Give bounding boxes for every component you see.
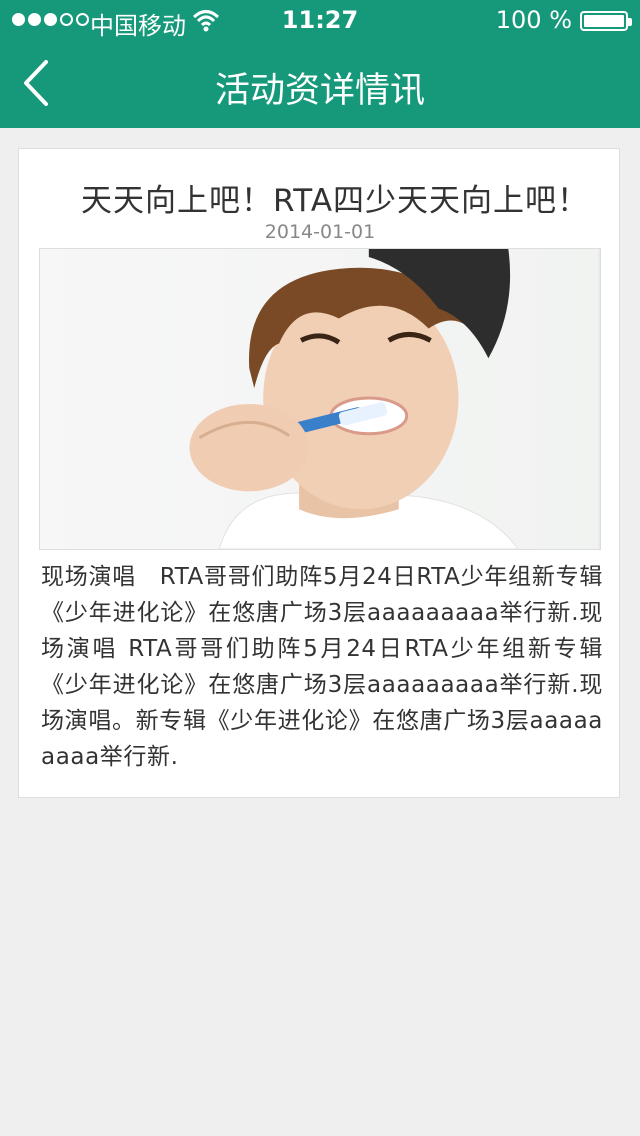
battery-percent: 100 %	[495, 6, 572, 34]
top-bar: 中国移动 11:27 100 % 活动资详情讯	[0, 0, 640, 128]
article-body: 现场演唱 RTA哥哥们助阵5月24日RTA少年组新专辑《少年进化论》在悠唐广场3…	[41, 564, 603, 770]
battery-icon	[580, 11, 632, 31]
status-bar: 中国移动 11:27 100 %	[0, 0, 640, 40]
article-photo	[39, 248, 601, 550]
page-title: 活动资详情讯	[214, 71, 425, 111]
article-date: 2014-01-01	[264, 221, 376, 243]
article-headline: 天天向上吧！RTA四少天天向上吧！	[81, 183, 590, 219]
article-card: 天天向上吧！RTA四少天天向上吧！ 2014-01-01 现场演唱 RTA哥哥们…	[18, 148, 620, 798]
